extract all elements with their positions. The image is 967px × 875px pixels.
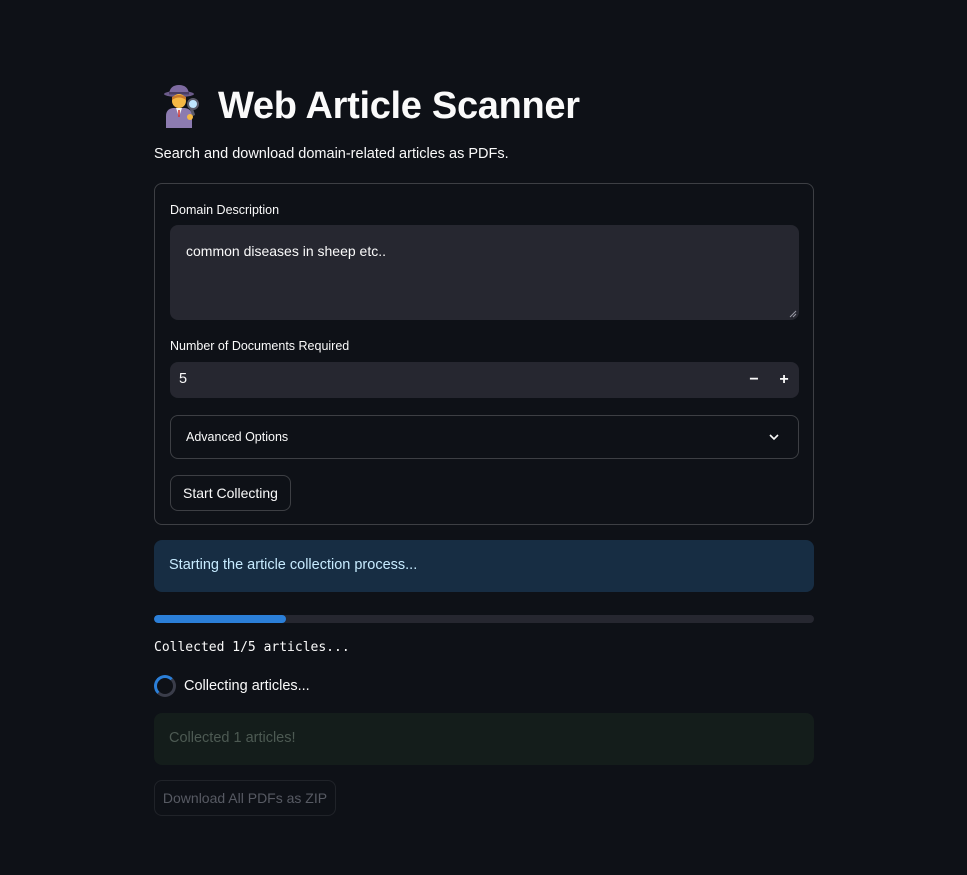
- increment-button[interactable]: +: [769, 362, 799, 398]
- loading-spinner-icon: [154, 675, 176, 697]
- spinner-status: Collecting articles...: [154, 675, 310, 697]
- advanced-options-label: Advanced Options: [186, 430, 289, 444]
- num-documents-label: Number of Documents Required: [170, 339, 350, 353]
- start-collecting-button[interactable]: Start Collecting: [170, 475, 291, 511]
- progress-bar: [154, 615, 814, 623]
- advanced-options-expander[interactable]: Advanced Options: [170, 415, 799, 459]
- info-alert: Starting the article collection process.…: [154, 540, 814, 592]
- success-alert: Collected 1 articles!: [154, 713, 814, 765]
- spinner-text: Collecting articles...: [184, 678, 310, 694]
- domain-description-label: Domain Description: [170, 203, 280, 217]
- num-documents-value[interactable]: 5: [179, 371, 187, 387]
- page-title: Web Article Scanner: [218, 84, 580, 127]
- download-zip-button[interactable]: Download All PDFs as ZIP: [154, 780, 336, 816]
- chevron-down-icon: [769, 434, 779, 441]
- page-subtitle: Search and download domain-related artic…: [154, 146, 509, 162]
- resize-handle-icon[interactable]: [789, 310, 797, 318]
- detective-icon: [164, 85, 199, 128]
- domain-description-value: common diseases in sheep etc..: [186, 243, 386, 259]
- page-header: Web Article Scanner: [160, 80, 580, 132]
- num-documents-input[interactable]: 5 − +: [170, 362, 799, 398]
- progress-bar-fill: [154, 615, 286, 623]
- collection-form: Domain Description common diseases in sh…: [154, 183, 814, 525]
- progress-text: Collected 1/5 articles...: [154, 640, 350, 655]
- domain-description-textarea[interactable]: common diseases in sheep etc..: [170, 225, 799, 320]
- decrement-button[interactable]: −: [739, 362, 769, 398]
